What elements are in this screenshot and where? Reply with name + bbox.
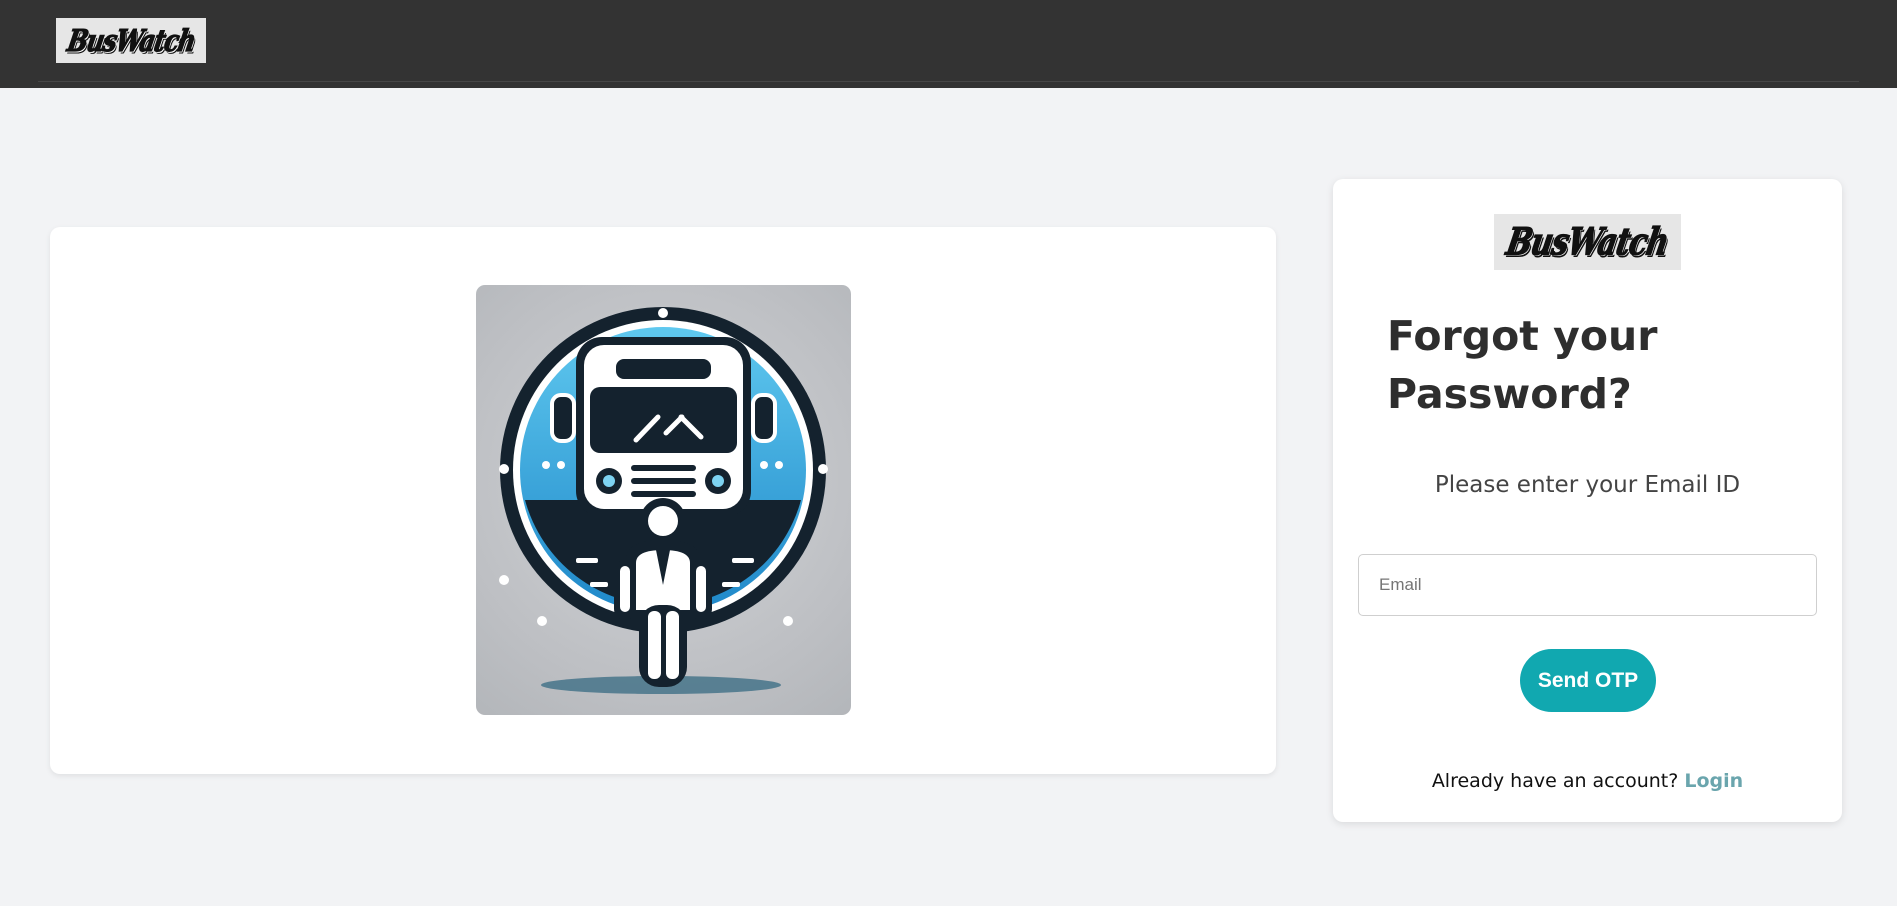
email-input[interactable] — [1358, 554, 1817, 616]
login-prompt-row: Already have an account? Login — [1333, 770, 1842, 792]
top-navbar: BusWatch — [0, 0, 1897, 88]
form-subtitle: Please enter your Email ID — [1434, 472, 1741, 498]
navbar-logo-text: BusWatch — [64, 22, 198, 59]
account-prompt-text: Already have an account? — [1431, 770, 1679, 792]
navbar-divider — [38, 81, 1859, 82]
form-logo: BusWatch — [1494, 214, 1681, 270]
bus-illustration-image — [476, 285, 851, 715]
forgot-password-card: BusWatch Forgot your Password? Please en… — [1333, 179, 1842, 822]
page-title: Forgot your Password? — [1387, 312, 1658, 418]
send-otp-button[interactable]: Send OTP — [1520, 649, 1656, 712]
navbar-logo[interactable]: BusWatch — [56, 18, 206, 63]
form-logo-text: BusWatch — [1503, 220, 1672, 265]
login-link[interactable]: Login — [1684, 770, 1743, 792]
hero-card — [50, 227, 1276, 774]
